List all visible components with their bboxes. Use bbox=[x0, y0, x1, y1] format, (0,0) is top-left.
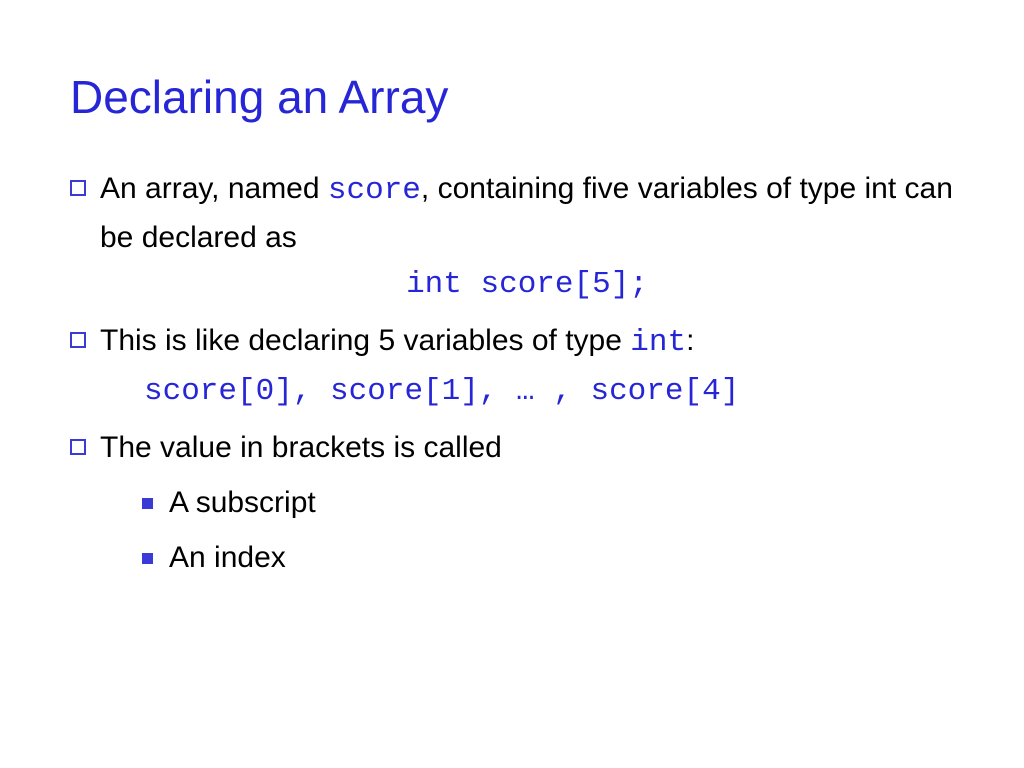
text-run: An array, named bbox=[100, 172, 328, 205]
bullet-item: The value in brackets is called bbox=[70, 425, 954, 470]
text-run: This is like declaring 5 variables of ty… bbox=[100, 324, 630, 357]
bullet-item: This is like declaring 5 variables of ty… bbox=[70, 318, 954, 415]
slide: Declaring an Array An array, named score… bbox=[0, 0, 1024, 620]
text-run: The value in brackets is called bbox=[100, 431, 502, 464]
text-run: : bbox=[686, 324, 694, 357]
square-sub-bullet-icon bbox=[142, 553, 153, 564]
sub-bullet-text: A subscript bbox=[169, 480, 316, 525]
sub-bullet-item: An index bbox=[142, 535, 954, 580]
bullet-content: This is like declaring 5 variables of ty… bbox=[100, 318, 954, 415]
code-run: score bbox=[328, 173, 421, 208]
code-line: score[0], score[1], … , score[4] bbox=[100, 369, 954, 416]
code-run: int bbox=[630, 325, 686, 360]
bullet-content: The value in brackets is called bbox=[100, 425, 954, 470]
square-bullet-icon bbox=[70, 180, 86, 196]
sub-bullet-text: An index bbox=[169, 535, 286, 580]
code-line: int score[5]; bbox=[100, 262, 954, 309]
slide-title: Declaring an Array bbox=[70, 70, 954, 124]
square-sub-bullet-icon bbox=[142, 498, 153, 509]
bullet-item: An array, named score, containing five v… bbox=[70, 166, 954, 308]
slide-body: An array, named score, containing five v… bbox=[70, 166, 954, 580]
square-bullet-icon bbox=[70, 332, 86, 348]
bullet-content: An array, named score, containing five v… bbox=[100, 166, 954, 308]
square-bullet-icon bbox=[70, 439, 86, 455]
sub-bullet-item: A subscript bbox=[142, 480, 954, 525]
